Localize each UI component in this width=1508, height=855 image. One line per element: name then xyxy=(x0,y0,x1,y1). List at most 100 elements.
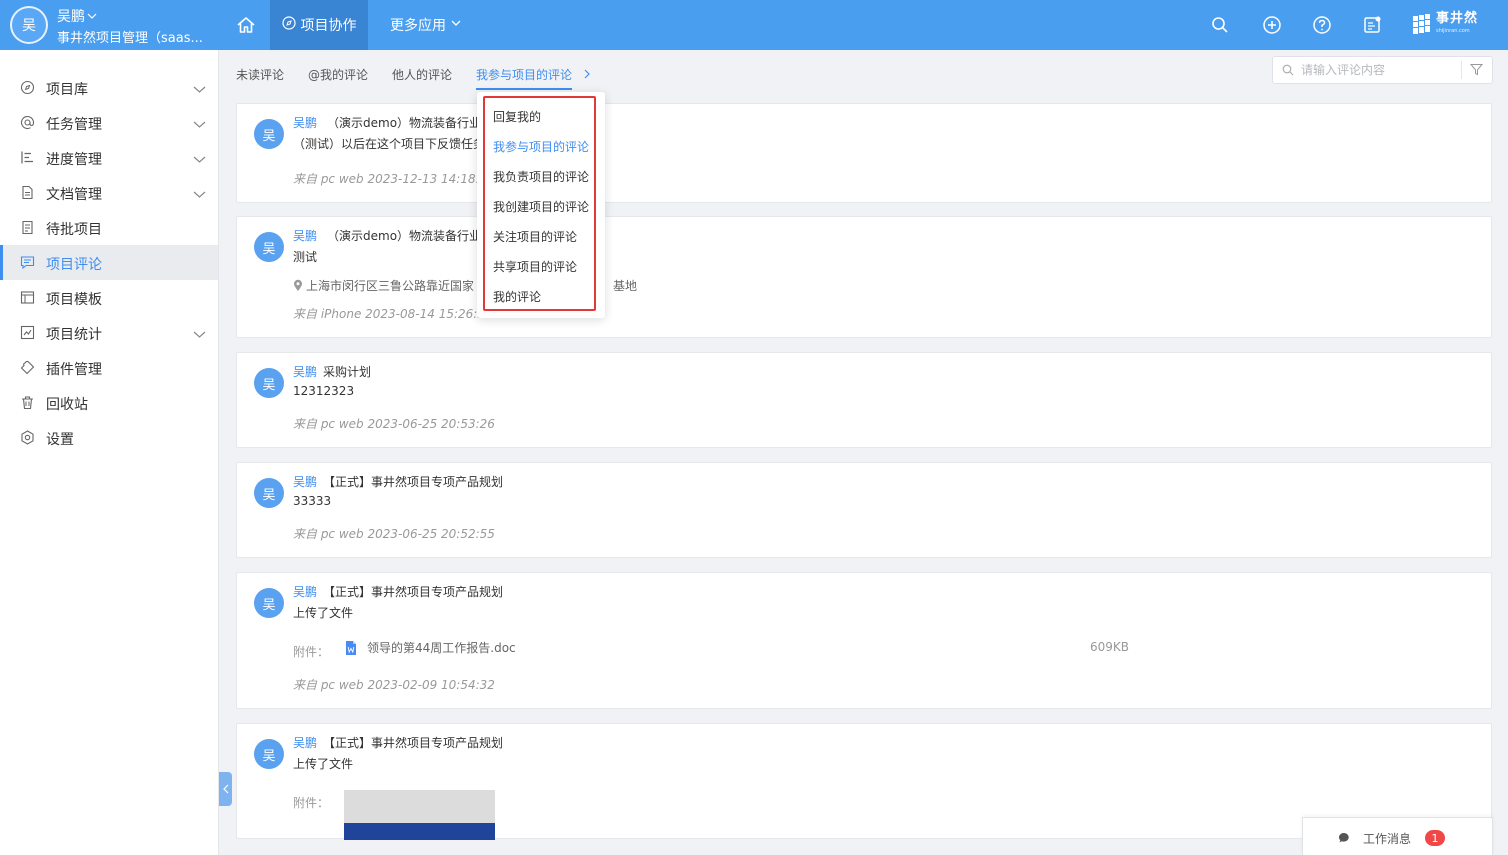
location-text: 上海市闵行区三鲁公路靠近国家 xyxy=(306,279,475,293)
comment-project[interactable]: （演示demo）物流装备行业R xyxy=(327,114,489,131)
comment-location: 上海市闵行区三鲁公路靠近国家 xyxy=(293,277,474,294)
menu-item-responsible[interactable]: 我负责项目的评论 xyxy=(493,168,589,185)
home-icon[interactable] xyxy=(224,0,268,50)
search-input[interactable] xyxy=(1301,61,1451,79)
plugin-icon xyxy=(20,360,35,375)
comment-body: 测试 xyxy=(293,250,318,264)
comment-project[interactable]: 采购计划 xyxy=(323,363,371,380)
compass-icon xyxy=(281,16,296,34)
settings-icon xyxy=(20,430,35,445)
comment-meta: 来自 iPhone 2023-08-14 15:26:36 xyxy=(293,307,493,321)
comment-body: 33333 xyxy=(293,494,332,508)
sidebar-item-label: 项目评论 xyxy=(46,257,102,273)
comment-author[interactable]: 吴鹏 xyxy=(293,114,317,131)
sidebar-item-project-templates[interactable]: 项目模板 xyxy=(0,280,218,315)
add-icon[interactable] xyxy=(1259,12,1285,38)
sidebar-item-project-statistics[interactable]: 项目统计 xyxy=(0,315,218,350)
comment-icon xyxy=(20,255,35,270)
comment-meta: 来自 pc web 2023-12-13 14:18:41 xyxy=(293,172,495,186)
user-name[interactable]: 吴鹏 xyxy=(57,6,97,26)
tab-unread[interactable]: 未读评论 xyxy=(236,66,284,83)
attachment-image-thumbnail[interactable] xyxy=(344,790,495,840)
sidebar-item-recycle-bin[interactable]: 回收站 xyxy=(0,385,218,420)
chevron-down-icon xyxy=(193,118,206,133)
comment-meta: 来自 pc web 2023-06-25 20:52:55 xyxy=(293,527,495,541)
avatar: 吴 xyxy=(254,478,284,508)
sidebar-item-project-library[interactable]: 项目库 xyxy=(0,70,218,105)
nav-project-collab-label: 项目协作 xyxy=(300,18,357,34)
comment-project[interactable]: 【正式】事井然项目专项产品规划 xyxy=(323,473,503,490)
comment-body: 上传了文件 xyxy=(293,757,354,771)
chevron-down-icon xyxy=(193,188,206,203)
comment-author[interactable]: 吴鹏 xyxy=(293,583,317,600)
notification-icon[interactable] xyxy=(1359,12,1385,38)
chart-icon xyxy=(20,325,35,340)
sidebar-item-task-management[interactable]: 任务管理 xyxy=(0,105,218,140)
chat-bubble-icon xyxy=(1338,832,1350,848)
attachment-file[interactable]: 领导的第44周工作报告.doc xyxy=(345,639,516,656)
sidebar-item-label: 进度管理 xyxy=(46,152,102,168)
nav-project-collab[interactable]: 项目协作 xyxy=(270,0,368,50)
menu-item-my-comments[interactable]: 我的评论 xyxy=(493,288,541,305)
attachment-label: 附件： xyxy=(293,645,330,659)
chevron-down-icon xyxy=(450,17,462,33)
nav-more-apps[interactable]: 更多应用 xyxy=(378,0,474,50)
menu-item-followed[interactable]: 关注项目的评论 xyxy=(493,228,577,245)
brand-url: shijinran.com xyxy=(1436,28,1470,34)
comment-filter-dropdown: 回复我的 我参与项目的评论 我负责项目的评论 我创建项目的评论 关注项目的评论 … xyxy=(477,92,605,318)
sidebar-item-label: 回收站 xyxy=(46,397,88,413)
sidebar-item-plugin-management[interactable]: 插件管理 xyxy=(0,350,218,385)
chevron-left-icon xyxy=(222,784,228,794)
sidebar-item-progress-management[interactable]: 进度管理 xyxy=(0,140,218,175)
template-icon xyxy=(20,290,35,305)
sidebar-item-label: 文档管理 xyxy=(46,187,102,203)
tab-participating[interactable]: 我参与项目的评论 xyxy=(476,66,592,83)
gantt-icon xyxy=(20,150,35,165)
sidebar-item-project-comments[interactable]: 项目评论 xyxy=(0,245,218,280)
org-name: 事井然项目管理（saas... xyxy=(57,31,203,46)
comment-project[interactable]: 【正式】事井然项目专项产品规划 xyxy=(323,583,503,600)
divider xyxy=(1461,61,1462,79)
comment-project[interactable]: （演示demo）物流装备行业R xyxy=(327,227,489,244)
brand-name: 事井然 xyxy=(1436,11,1479,26)
brand-logo: 事井然 shijinran.com xyxy=(1413,12,1483,38)
user-switcher[interactable]: 吴 吴鹏 事井然项目管理（saas... xyxy=(0,0,220,50)
menu-item-participating[interactable]: 我参与项目的评论 xyxy=(493,138,589,155)
comment-project[interactable]: 【正式】事井然项目专项产品规划 xyxy=(323,734,503,751)
filter-icon[interactable] xyxy=(1469,63,1484,80)
sidebar-item-pending-projects[interactable]: 待批项目 xyxy=(0,210,218,245)
at-icon xyxy=(20,115,35,130)
comment-author[interactable]: 吴鹏 xyxy=(293,734,317,751)
comment-card: 吴 吴鹏 （演示demo）物流装备行业R （测试）以后在这个项目下反馈任务 来自… xyxy=(236,103,1492,203)
work-messages-label: 工作消息 xyxy=(1363,832,1412,846)
sidebar-item-document-management[interactable]: 文档管理 xyxy=(0,175,218,210)
sidebar-item-settings[interactable]: 设置 xyxy=(0,420,218,455)
work-messages-button[interactable]: 工作消息 1 xyxy=(1302,817,1493,855)
chevron-down-icon xyxy=(193,83,206,98)
menu-item-shared[interactable]: 共享项目的评论 xyxy=(493,258,577,275)
comment-card: 吴 吴鹏 （演示demo）物流装备行业R 测试 上海市闵行区三鲁公路靠近国家 基… xyxy=(236,216,1492,338)
trash-icon xyxy=(20,395,35,410)
top-bar: 吴 吴鹏 事井然项目管理（saas... 项目协作 更多应用 事井然 shijin… xyxy=(0,0,1508,50)
tab-others[interactable]: 他人的评论 xyxy=(392,66,452,83)
chevron-right-icon xyxy=(584,69,590,79)
comment-author[interactable]: 吴鹏 xyxy=(293,227,317,244)
help-icon[interactable] xyxy=(1309,12,1335,38)
unread-count-badge: 1 xyxy=(1425,830,1445,846)
tab-mentions[interactable]: @我的评论 xyxy=(308,66,368,83)
comment-card: 吴 吴鹏 【正式】事井然项目专项产品规划 33333 来自 pc web 202… xyxy=(236,462,1492,558)
avatar: 吴 xyxy=(254,588,284,618)
search-icon[interactable] xyxy=(1207,12,1233,38)
comment-author[interactable]: 吴鹏 xyxy=(293,473,317,490)
document-icon xyxy=(20,185,35,200)
menu-item-reply-to-me[interactable]: 回复我的 xyxy=(493,108,541,125)
menu-item-created[interactable]: 我创建项目的评论 xyxy=(493,198,589,215)
comment-author[interactable]: 吴鹏 xyxy=(293,363,317,380)
user-name-text: 吴鹏 xyxy=(57,9,85,25)
avatar: 吴 xyxy=(254,368,284,398)
search-box xyxy=(1272,56,1493,84)
location-pin-icon xyxy=(294,279,302,291)
sidebar-collapse-toggle[interactable] xyxy=(219,772,232,806)
location-tail: 基地 xyxy=(613,279,638,293)
comment-body: （测试）以后在这个项目下反馈任务 xyxy=(293,137,486,151)
